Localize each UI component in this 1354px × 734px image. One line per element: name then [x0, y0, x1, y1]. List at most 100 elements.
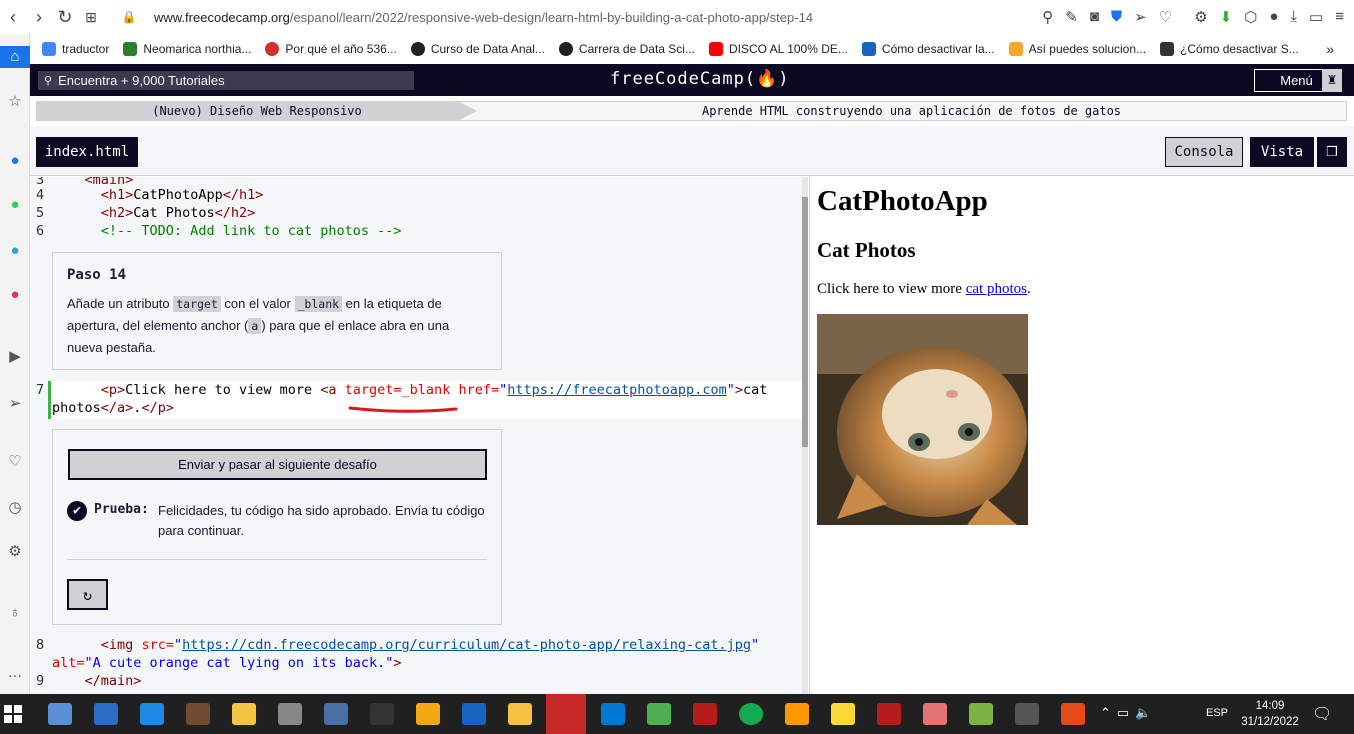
system-tray[interactable]: ⌃▭🔈 — [1100, 705, 1157, 721]
code-line: alt="A cute orange cat lying on its back… — [52, 655, 402, 671]
fcc-logo[interactable]: freeCodeCamp(🔥) — [610, 69, 789, 89]
taskbar-app-icon[interactable] — [462, 703, 486, 725]
address-bar[interactable]: www.freecodecamp.org/espanol/learn/2022/… — [154, 10, 813, 25]
settings-icon[interactable]: ⚙ — [0, 542, 30, 560]
notifications-icon[interactable]: 🗨 — [1312, 704, 1332, 724]
git-icon[interactable] — [1061, 703, 1085, 725]
avatar[interactable]: ♜ — [1322, 69, 1342, 92]
cat-photo — [817, 314, 1028, 525]
red-underline-annotation — [348, 406, 458, 413]
taskbar-app-icon[interactable] — [969, 703, 993, 725]
mongodb-icon[interactable] — [739, 703, 763, 725]
tab-index-html[interactable]: index.html — [36, 137, 138, 167]
home-icon[interactable]: ⌂ — [0, 46, 30, 68]
profile-icon[interactable]: ● — [1269, 8, 1278, 26]
history-icon[interactable]: ◷ — [0, 498, 30, 516]
download-arrow-icon[interactable]: ⬇ — [1220, 8, 1233, 26]
edit-icon[interactable]: ✎ — [1065, 8, 1078, 26]
bookmark-item[interactable]: DISCO AL 100% DE... — [708, 42, 848, 56]
bookmark-item[interactable]: Carrera de Data Sci... — [558, 42, 695, 56]
console-button[interactable]: Consola — [1165, 137, 1243, 167]
more-bookmarks-icon[interactable]: » — [1326, 41, 1334, 57]
preview-button[interactable]: Vista — [1250, 137, 1314, 167]
code-editor[interactable]: 3 <main> 4 <h1>CatPhotoApp</h1> 5 <h2>Ca… — [30, 177, 806, 694]
bookmark-item[interactable]: Curso de Data Anal... — [410, 42, 545, 56]
taskbar-app-icon[interactable] — [94, 703, 118, 725]
vscode-icon[interactable] — [601, 703, 625, 725]
search-input[interactable]: ⚲ Encuentra + 9,000 Tutoriales — [38, 71, 414, 90]
taskbar-app-icon[interactable] — [186, 703, 210, 725]
folder-icon[interactable] — [508, 703, 532, 725]
language-indicator[interactable]: ESP — [1206, 707, 1228, 719]
calculator-icon[interactable] — [324, 703, 348, 725]
clock-date: 31/12/2022 — [1241, 716, 1299, 728]
downloads-icon[interactable]: ⤓ — [1290, 8, 1297, 26]
messenger-icon[interactable]: ● — [0, 152, 30, 169]
star-icon[interactable]: ☆ — [0, 92, 30, 110]
lock-icon[interactable]: 🔒 — [116, 10, 142, 24]
settings-icon[interactable] — [1015, 703, 1039, 725]
taskbar-app-icon[interactable] — [923, 703, 947, 725]
settings-icon[interactable]: ⚙ — [1194, 8, 1207, 26]
code-line: 5 <h2>Cat Photos</h2> — [36, 205, 256, 221]
heart-icon[interactable]: ♡ — [1159, 8, 1172, 26]
cube-icon[interactable]: ⬡ — [1244, 8, 1257, 26]
back-icon[interactable]: ‹ — [0, 7, 26, 28]
bookmark-item[interactable]: Por qué el año 536... — [265, 42, 397, 56]
bookmark-item[interactable]: ¿Cómo desactivar S... — [1160, 42, 1299, 56]
code-line: 9 </main> — [36, 673, 142, 689]
bookmark-item[interactable]: Así puedes solucion... — [1008, 42, 1146, 56]
code-line: 4 <h1>CatPhotoApp</h1> — [36, 187, 264, 203]
menu-icon[interactable]: ≡ — [1335, 8, 1344, 26]
preview-link[interactable]: cat photos — [966, 281, 1027, 297]
telegram-icon[interactable]: ● — [0, 242, 30, 259]
taskbar-app-icon[interactable] — [877, 703, 901, 725]
bookmark-item[interactable]: Neomarica northia... — [123, 42, 251, 56]
clock-time: 14:09 — [1255, 700, 1285, 712]
preview-popout-icon[interactable]: ❐ — [1317, 137, 1347, 167]
taskbar-app-icon[interactable] — [831, 703, 855, 725]
opera-icon[interactable] — [546, 694, 586, 734]
taskbar-app-icon[interactable] — [140, 703, 164, 725]
sublime-icon[interactable] — [785, 703, 809, 725]
heart-icon[interactable]: ♡ — [0, 452, 30, 470]
check-icon: ✔ — [67, 501, 87, 521]
windows-start-icon[interactable] — [4, 705, 22, 723]
taskbar-app-icon[interactable] — [416, 703, 440, 725]
forward-icon[interactable]: › — [26, 7, 52, 28]
battery-icon[interactable]: ▭ — [1309, 8, 1323, 26]
editor-scrollbar[interactable] — [802, 177, 808, 694]
instagram-icon[interactable]: ● — [0, 286, 30, 303]
scroll-thumb[interactable] — [802, 197, 808, 447]
breadcrumb: (Nuevo) Diseño Web Responsivo Aprende HT… — [36, 101, 1347, 121]
reset-icon: ↻ — [82, 585, 93, 604]
reset-button[interactable]: ↻ — [67, 579, 108, 610]
zoom-icon[interactable]: ⚲ — [1042, 8, 1053, 26]
lightbulb-icon[interactable]: ♁ — [0, 604, 30, 621]
taskbar-app-icon[interactable] — [48, 703, 72, 725]
bookmark-favicon-icon — [861, 42, 876, 56]
camera-icon[interactable]: ◙ — [1090, 8, 1099, 26]
player-icon[interactable]: ▶ — [0, 347, 30, 365]
submit-next-button[interactable]: Enviar y pasar al siguiente desafío — [68, 449, 487, 480]
apps-grid-icon[interactable]: ⊞ — [78, 9, 104, 26]
clock[interactable]: 14:09 31/12/2022 — [1232, 698, 1308, 730]
bookmark-favicon-icon — [558, 42, 573, 56]
send-icon[interactable]: ➢ — [0, 394, 30, 412]
bookmark-favicon-icon — [265, 42, 280, 56]
more-icon[interactable]: … — [0, 664, 30, 681]
breadcrumb-project[interactable]: Aprende HTML construyendo una aplicación… — [477, 102, 1346, 120]
breadcrumb-section[interactable]: (Nuevo) Diseño Web Responsivo — [37, 102, 477, 120]
taskbar-app-icon[interactable] — [232, 703, 256, 725]
shield-icon[interactable]: ⛊ — [1111, 8, 1122, 26]
reload-icon[interactable]: ↻ — [52, 7, 78, 28]
code-line: 8 <img src="https://cdn.freecodecamp.org… — [36, 637, 760, 653]
filezilla-icon[interactable] — [693, 703, 717, 725]
bookmark-item[interactable]: Cómo desactivar la... — [861, 42, 995, 56]
taskbar-app-icon[interactable] — [647, 703, 671, 725]
send-icon[interactable]: ➢ — [1134, 8, 1147, 26]
taskbar-app-icon[interactable] — [370, 703, 394, 725]
bookmark-item[interactable]: traductor — [42, 42, 109, 56]
camera-icon[interactable] — [278, 703, 302, 725]
whatsapp-icon[interactable]: ● — [0, 196, 30, 213]
